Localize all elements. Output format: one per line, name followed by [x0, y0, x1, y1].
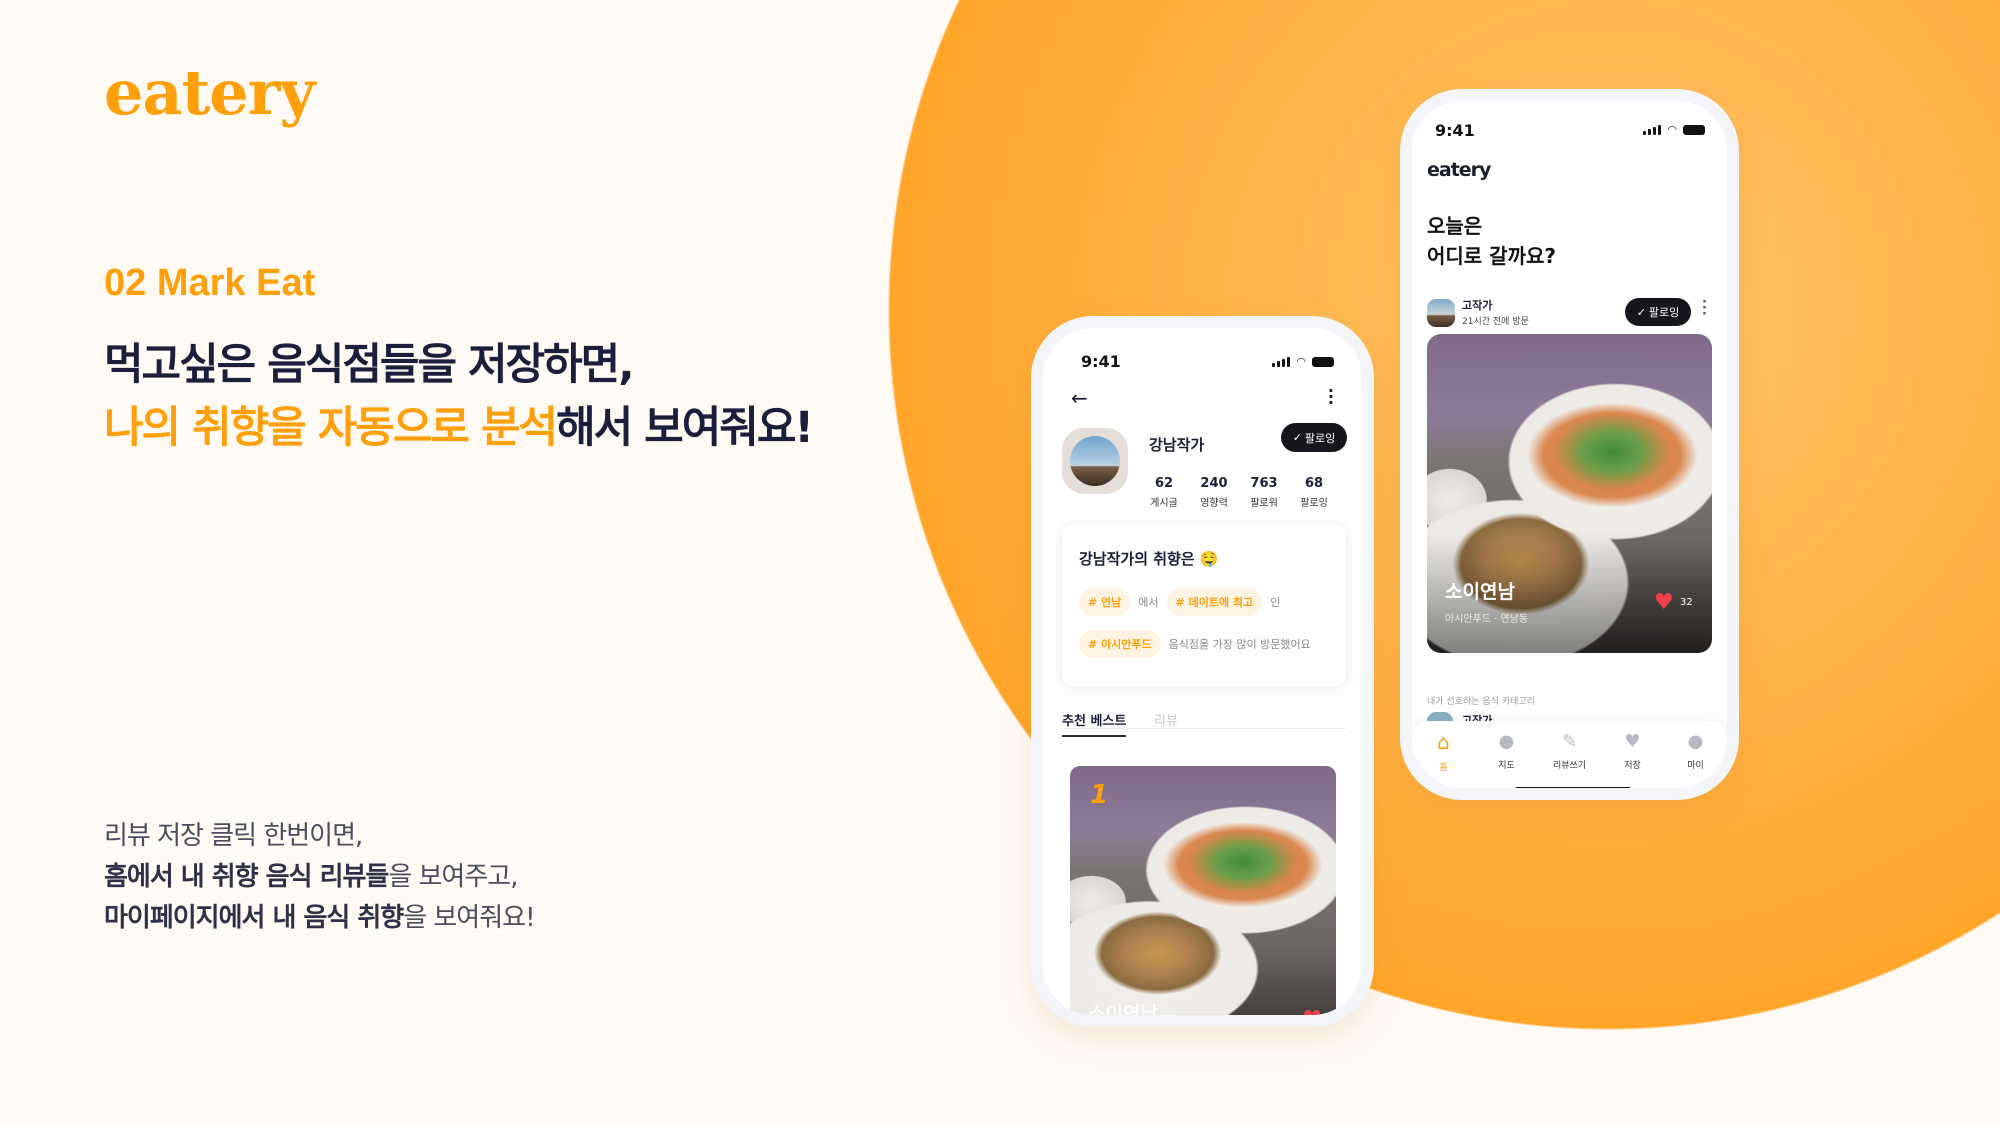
taste-row2: # 아시안푸드 음식점을 가장 많이 방문했어요 — [1079, 630, 1311, 658]
tag-category[interactable]: # 아시안푸드 — [1079, 630, 1161, 658]
status-time: 9:41 — [1435, 121, 1475, 140]
greeting-line1: 오늘은 — [1427, 214, 1483, 238]
heart-icon[interactable]: ♥ — [1302, 1007, 1322, 1015]
para-line2: 홈에서 내 취향 음식 리뷰들을 보여주고, — [104, 856, 518, 893]
para-line1: 리뷰 저장 클릭 한번이면, — [104, 821, 363, 851]
wifi-icon: ◠ — [1296, 355, 1306, 368]
status-icons: ◠ — [1272, 355, 1334, 368]
username: 강남작가 — [1149, 436, 1205, 454]
greeting-line2: 어디로 갈까요? — [1427, 244, 1556, 268]
like-count: 32 — [1680, 597, 1693, 608]
home-icon: ⌂ — [1437, 729, 1450, 754]
user-icon: ● — [1687, 731, 1704, 752]
heart-icon[interactable]: ♥ — [1654, 592, 1674, 614]
nav-map[interactable]: ● 지도 — [1482, 731, 1532, 771]
tab-reviews[interactable]: 리뷰 — [1154, 710, 1178, 729]
nav-write-review[interactable]: ✎ 리뷰쓰기 — [1545, 731, 1595, 771]
headline-line2: 나의 취향을 자동으로 분석해서 보여줘요! — [104, 393, 814, 455]
rank-badge: 1 — [1090, 780, 1109, 810]
headline-accent: 나의 취향을 자동으로 분석 — [104, 403, 558, 453]
signal-icon — [1643, 124, 1662, 135]
more-icon[interactable]: · · · — [1328, 383, 1334, 411]
status-time: 9:41 — [1081, 352, 1121, 371]
heart-icon: ♥ — [1624, 731, 1641, 752]
greeting: 오늘은 어디로 갈까요? — [1427, 211, 1556, 271]
connector-text: 음식점을 가장 많이 방문했어요 — [1168, 638, 1311, 651]
check-icon: ✓ — [1636, 305, 1646, 319]
nav-saved[interactable]: ♥ 저장 — [1608, 731, 1658, 771]
place-name: 소이연남 — [1088, 1003, 1158, 1025]
nav-home[interactable]: ⌂ 홈 — [1419, 730, 1469, 773]
avatar — [1062, 428, 1128, 494]
signal-icon — [1272, 356, 1291, 367]
stats-row: 62 게시글 240 영향력 763 팔로워 68 팔로잉 — [1139, 476, 1339, 509]
tag-mood[interactable]: # 데이트에 최고 — [1166, 588, 1263, 616]
back-arrow-icon[interactable]: ← — [1071, 386, 1088, 410]
pencil-icon: ✎ — [1561, 731, 1578, 752]
stat-followers[interactable]: 763 팔로워 — [1239, 476, 1289, 509]
follow-button[interactable]: ✓ 팔로잉 — [1625, 298, 1691, 326]
more-icon[interactable]: · · · — [1702, 296, 1707, 321]
taste-card: 강남작가의 취향은 🤤 # 연남 에서 # 데이트에 최고 인 # 아시안푸드 … — [1062, 524, 1346, 686]
place-name: 소이연남 — [1445, 581, 1515, 603]
para-rest: 을 보여주고, — [388, 862, 518, 892]
bottom-nav: ⌂ 홈 ● 지도 ✎ 리뷰쓰기 ♥ 저장 ● 마이 — [1412, 721, 1727, 788]
para-bold: 홈에서 내 취향 음식 리뷰들 — [104, 862, 389, 892]
home-indicator — [1515, 787, 1631, 788]
battery-icon — [1683, 124, 1705, 135]
brand-logo: eatery — [104, 56, 315, 129]
stat-following[interactable]: 68 팔로잉 — [1289, 476, 1339, 509]
app-logo: eatery — [1427, 159, 1491, 181]
follow-button[interactable]: ✓ 팔로잉 — [1281, 423, 1347, 452]
status-icons: ◠ — [1643, 123, 1705, 136]
place-meta: 아시안푸드 · 연남동 — [1445, 614, 1529, 625]
follow-label: 팔로잉 — [1304, 431, 1336, 445]
map-pin-icon: ● — [1498, 731, 1515, 752]
post-avatar[interactable] — [1427, 299, 1455, 327]
para-rest: 을 보여줘요! — [403, 903, 535, 933]
check-icon: ✓ — [1292, 431, 1302, 444]
best-place-image[interactable]: 1 소이연남 ♥ — [1070, 766, 1336, 1025]
follow-label: 팔로잉 — [1648, 306, 1680, 319]
stat-influence[interactable]: 240 영향력 — [1189, 476, 1239, 509]
headline-line1: 먹고싶은 음식점들을 저장하면, — [104, 340, 635, 390]
battery-icon — [1312, 356, 1334, 367]
para-line3: 마이페이지에서 내 음식 취향을 보여줘요! — [104, 897, 536, 934]
connector-text: 에서 — [1138, 596, 1159, 609]
section-label: 내가 선호하는 음식 카테고리 — [1427, 697, 1535, 707]
taste-title: 강남작가의 취향은 🤤 — [1079, 550, 1219, 568]
headline-rest: 해서 보여줘요! — [556, 403, 814, 453]
post-user: 고작가 — [1462, 299, 1493, 312]
post-time: 21시간 전에 방문 — [1462, 317, 1529, 327]
stat-posts[interactable]: 62 게시글 — [1139, 476, 1189, 509]
profile-phone: 9:41 ◠ ← · · · 강남작가 ✓ 팔로잉 62 게시글 240 영향력 763 팔… — [1031, 316, 1374, 1027]
para-bold: 마이페이지에서 내 음식 취향 — [104, 903, 404, 933]
tab-best[interactable]: 추천 베스트 — [1062, 710, 1127, 737]
connector-text: 인 — [1270, 596, 1281, 609]
taste-row1: # 연남 에서 # 데이트에 최고 인 — [1079, 588, 1280, 616]
tag-location[interactable]: # 연남 — [1079, 588, 1131, 616]
nav-my[interactable]: ● 마이 — [1671, 731, 1721, 771]
place-card[interactable]: 소이연남 아시안푸드 · 연남동 ♥ 32 — [1427, 334, 1712, 653]
home-phone: 9:41 ◠ eatery 오늘은 어디로 갈까요? 고작가 21시간 전에 방… — [1400, 89, 1739, 800]
wifi-icon: ◠ — [1667, 123, 1677, 136]
section-title: 02 Mark Eat — [104, 262, 316, 304]
